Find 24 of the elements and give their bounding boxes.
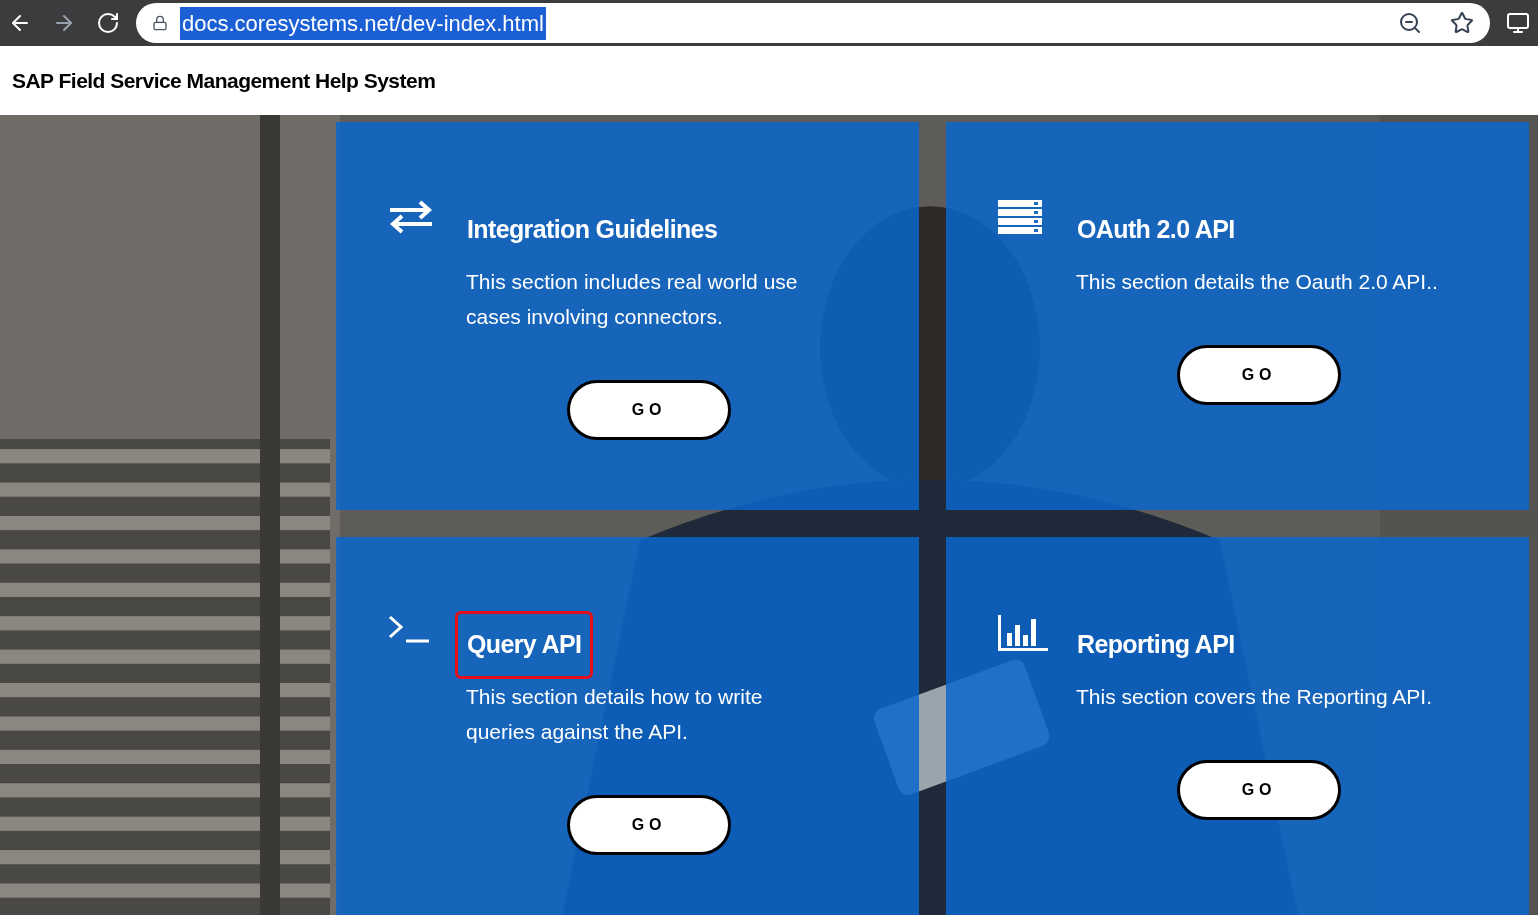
exchange-arrows-icon xyxy=(388,200,434,234)
bookmark-star-icon[interactable] xyxy=(1450,11,1474,35)
address-bar[interactable]: docs.coresystems.net/dev-index.html xyxy=(136,3,1490,43)
monitor-icon[interactable] xyxy=(1506,11,1530,35)
go-button[interactable]: GO xyxy=(567,380,731,440)
reload-icon[interactable] xyxy=(96,11,120,35)
go-button[interactable]: GO xyxy=(567,795,731,855)
card-title: Reporting API xyxy=(1076,629,1236,661)
url-text: docs.coresystems.net/dev-index.html xyxy=(180,6,546,40)
server-rack-icon xyxy=(998,200,1042,236)
terminal-prompt-icon xyxy=(388,615,430,643)
card-description: This section details how to write queries against the API. xyxy=(466,684,764,745)
bar-chart-icon xyxy=(998,615,1048,651)
card-title: Query API xyxy=(455,611,594,679)
card-description: This section covers the Reporting API. xyxy=(1076,684,1433,710)
lock-icon xyxy=(152,15,168,31)
go-button[interactable]: GO xyxy=(1177,760,1341,820)
card-title: OAuth 2.0 API xyxy=(1076,214,1236,246)
site-title: SAP Field Service Management Help System xyxy=(12,67,436,94)
go-button[interactable]: GO xyxy=(1177,345,1341,405)
card-title: Integration Guidelines xyxy=(466,214,719,246)
card-description: This section includes real world use cases involving connectors. xyxy=(466,269,799,330)
zoom-out-icon[interactable] xyxy=(1398,11,1422,35)
card-description: This section details the Oauth 2.0 API.. xyxy=(1076,269,1439,295)
